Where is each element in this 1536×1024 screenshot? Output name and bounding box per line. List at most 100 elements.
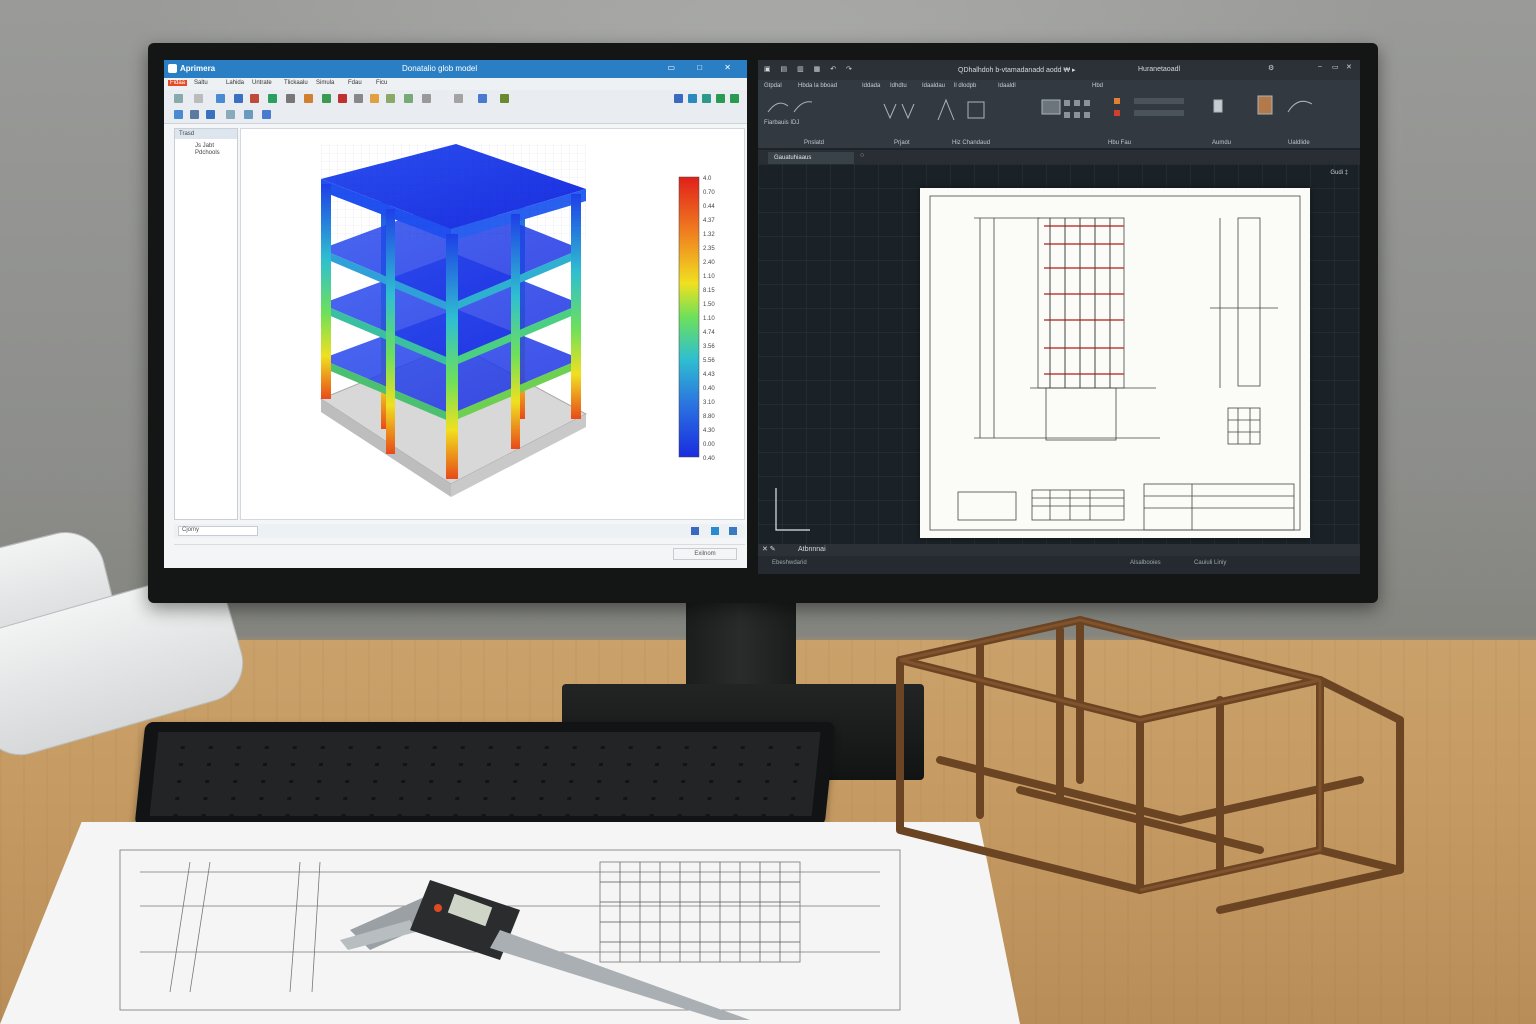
toolbar-icon[interactable]: [500, 94, 509, 103]
legend-value: 8.15: [703, 288, 715, 294]
ribbon-group-label: Fiarbauis IDJ: [764, 120, 800, 126]
command-prompt-icon: ✕ ✎: [762, 546, 776, 553]
cad-search-box[interactable]: Huranetaoadl: [1138, 66, 1180, 73]
menu-item[interactable]: Fdau: [348, 80, 362, 86]
toolbar-icon[interactable]: [174, 110, 183, 119]
legend-value: 0.40: [703, 386, 715, 392]
toolbar-icon[interactable]: [190, 110, 199, 119]
document-tab[interactable]: Gauatuhiaaus: [768, 152, 854, 164]
toolbar-icon[interactable]: [174, 94, 183, 103]
status-right[interactable]: Cauiuli Liniy: [1194, 560, 1226, 566]
maximize-icon[interactable]: ▭: [1332, 63, 1339, 71]
menu-item[interactable]: Ficu: [376, 80, 387, 86]
status-icon[interactable]: [711, 527, 719, 535]
toolbar-icon[interactable]: [454, 94, 463, 103]
quick-access-toolbar[interactable]: ▣ ▤ ▥ ▦ ↶ ↷: [764, 65, 856, 73]
status-field[interactable]: Cjomy: [178, 526, 258, 536]
toolbar-icon[interactable]: [354, 94, 363, 103]
toolbar-icon[interactable]: [674, 94, 683, 103]
command-line[interactable]: ✕ ✎ Atbnnnai: [758, 544, 1360, 556]
toolbar-icon[interactable]: [262, 110, 271, 119]
toolbar-icon[interactable]: [286, 94, 295, 103]
3d-viewport[interactable]: 4.0 0.70 0.44 4.37 1.32 2.35 2.40 1.10 8…: [240, 128, 745, 520]
toolbar-icon[interactable]: [716, 94, 725, 103]
toolbar-icon[interactable]: [216, 94, 225, 103]
toolbar-icon[interactable]: [370, 94, 379, 103]
column: [511, 214, 520, 449]
status-right[interactable]: Alsalbooies: [1130, 560, 1161, 566]
menu-item[interactable]: Lahida: [226, 80, 244, 86]
status-bar: Cjomy: [174, 524, 745, 538]
document-title: Donatalio glob model: [402, 64, 478, 73]
stress-legend-bar: [678, 176, 700, 458]
toolbar-icon[interactable]: [226, 110, 235, 119]
close-icon[interactable]: ✕: [1346, 63, 1352, 71]
legend-value: 2.35: [703, 246, 715, 252]
app-title: Aprimera: [180, 64, 216, 73]
gear-icon[interactable]: ⚙: [1268, 64, 1274, 72]
ribbon-tabs: Gtpdal Hbda la bboad Iddada Idhdtu Idaal…: [758, 82, 1360, 92]
legend-value: 2.40: [703, 260, 715, 266]
minimize-icon[interactable]: –: [1318, 63, 1322, 70]
toolbar-icon[interactable]: [244, 110, 253, 119]
legend-labels: 4.0 0.70 0.44 4.37 1.32 2.35 2.40 1.10 8…: [703, 176, 715, 462]
ribbon-tab[interactable]: Idaaldau: [922, 83, 945, 89]
menu-item[interactable]: Tlickaalu: [284, 80, 308, 86]
new-tab-button[interactable]: ○: [860, 152, 864, 159]
fea-app-window: Aprimera Donatalio glob model ▭ □ ✕ Fida…: [164, 60, 747, 568]
cad-document-title: QDhalhdoh b-vtamadanadd aodd ₩ ▸: [958, 67, 1076, 74]
menu-file[interactable]: Fidaa: [168, 80, 188, 86]
legend-value: 1.10: [703, 274, 715, 280]
toolbar-icon[interactable]: [250, 94, 259, 103]
ribbon-group-label: Prjaot: [894, 140, 910, 146]
ribbon-tab[interactable]: Iddada: [862, 83, 880, 89]
legend-value: 1.50: [703, 302, 715, 308]
toolbar-icon[interactable]: [322, 94, 331, 103]
toolbar-icon[interactable]: [206, 110, 215, 119]
tree-item[interactable]: Js Jabt: [175, 139, 237, 149]
toolbar-icon[interactable]: [478, 94, 487, 103]
toolbar-icon[interactable]: [304, 94, 313, 103]
structural-drawing: [929, 195, 1301, 531]
toolbar-icon[interactable]: [702, 94, 711, 103]
menu-item[interactable]: Untrate: [252, 80, 272, 86]
toolbar-icon[interactable]: [268, 94, 277, 103]
fea-toolbar: [164, 90, 747, 124]
status-icon[interactable]: [691, 527, 699, 535]
menu-item[interactable]: Simula: [316, 80, 334, 86]
ribbon-tab[interactable]: Idaaldl: [998, 83, 1016, 89]
fea-title-bar: Aprimera Donatalio glob model ▭ □ ✕: [164, 60, 747, 78]
toolbar-icon[interactable]: [688, 94, 697, 103]
legend-value: 0.40: [703, 456, 715, 462]
ribbon-tab[interactable]: Idhdtu: [890, 83, 907, 89]
toolbar-icon[interactable]: [234, 94, 243, 103]
toolbar-icon[interactable]: [404, 94, 413, 103]
legend-value: 0.44: [703, 204, 715, 210]
menu-item[interactable]: Saltu: [194, 80, 208, 86]
toolbar-icon[interactable]: [730, 94, 739, 103]
column: [446, 234, 458, 479]
toolbar-icon[interactable]: [194, 94, 203, 103]
drawing-sheet: [920, 188, 1310, 538]
document-tab-bar: Gauatuhiaaus ○: [758, 150, 1360, 164]
legend-value: 0.70: [703, 190, 715, 196]
toolbar-icon[interactable]: [386, 94, 395, 103]
bottom-action-button[interactable]: Exilnom: [673, 548, 737, 560]
toolbar-icon[interactable]: [422, 94, 431, 103]
status-icon[interactable]: [729, 527, 737, 535]
view-label[interactable]: Gudi ‡: [1330, 170, 1348, 176]
cad-drawing-canvas[interactable]: Gudi ‡: [758, 164, 1360, 544]
ribbon-tab[interactable]: ll dlodpb: [954, 83, 976, 89]
legend-value: 4.0: [703, 176, 712, 182]
legend-value: 4.74: [703, 330, 715, 336]
caliper: [340, 880, 750, 1020]
model-tree-panel: Trasd Js Jabt Pdchools: [174, 128, 238, 520]
ribbon-tab[interactable]: Hbd: [1092, 83, 1103, 89]
bottom-bar: Exilnom: [174, 544, 745, 562]
window-controls[interactable]: ▭ □ ✕: [667, 63, 741, 72]
fea-menu-bar: Fidaa Saltu Lahida Untrate Tlickaalu Sim…: [164, 78, 747, 90]
ribbon-tab[interactable]: Gtpdal: [764, 83, 782, 89]
toolbar-icon[interactable]: [338, 94, 347, 103]
tree-item[interactable]: Pdchools: [175, 149, 237, 156]
ribbon-tab[interactable]: Hbda la bboad: [798, 83, 837, 89]
